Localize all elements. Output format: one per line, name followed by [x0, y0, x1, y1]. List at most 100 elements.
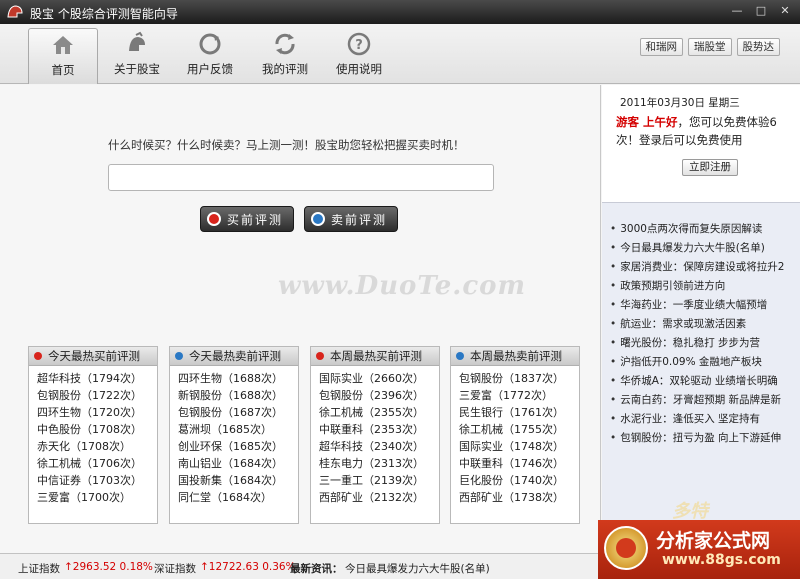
panel-today-buy: 今天最热买前评测 超华科技（1794次） 包钢股份（1722次） 四环生物（17… — [28, 346, 158, 524]
news-item[interactable]: 水泥行业：逢低买入 坚定持有 — [610, 410, 784, 429]
link-herui[interactable]: 和瑞网 — [639, 38, 683, 56]
list-item[interactable]: 国际实业（2660次） — [319, 370, 439, 387]
close-button[interactable]: ✕ — [774, 2, 796, 20]
list-item[interactable]: 西部矿业（2132次） — [319, 489, 439, 506]
search-icon — [311, 212, 325, 226]
news-item[interactable]: 云南白药：牙膏超预期 新品牌是新 — [610, 391, 784, 410]
nav-help[interactable]: ? 使用说明 — [324, 28, 394, 82]
sell-evaluate-label: 卖前评测 — [331, 212, 388, 227]
news-item[interactable]: 包钢股份：扭亏为盈 向上下游延伸 — [610, 429, 784, 448]
nav-help-label: 使用说明 — [336, 62, 382, 76]
minimize-button[interactable]: — — [726, 2, 748, 20]
maximize-button[interactable]: □ — [750, 2, 772, 20]
list-item[interactable]: 超华科技（1794次） — [37, 370, 157, 387]
list-item[interactable]: 国投新集（1684次） — [178, 472, 298, 489]
helmet-icon — [129, 31, 145, 51]
stock-search-input[interactable] — [108, 164, 494, 191]
list-item[interactable]: 三爱富（1700次） — [37, 489, 157, 506]
refresh-icon — [275, 33, 295, 55]
helmet-logo-icon — [7, 5, 23, 18]
panel-title: 今天最热卖前评测 — [189, 349, 281, 363]
news-item[interactable]: 3000点两次得而复失原因解读 — [610, 220, 784, 239]
link-ruigutang[interactable]: 瑞股堂 — [688, 38, 732, 56]
sh-index-label: 上证指数 — [18, 563, 60, 575]
link-gushida[interactable]: 股势达 — [736, 38, 780, 56]
news-item[interactable]: 沪指低开0.09% 金融地产板块 — [610, 353, 784, 372]
list-item[interactable]: 包钢股份（1722次） — [37, 387, 157, 404]
blue-dot-icon — [456, 352, 464, 360]
nav-home[interactable]: 首页 — [28, 28, 98, 84]
panel-title: 本周最热买前评测 — [330, 349, 422, 363]
list-item[interactable]: 西部矿业（1738次） — [459, 489, 579, 506]
current-date: 2011年03月30日 星期三 — [620, 97, 740, 109]
blue-dot-icon — [175, 352, 183, 360]
list-item[interactable]: 中联重科（2353次） — [319, 421, 439, 438]
watermark: www.DuoTe.com — [278, 271, 527, 301]
latest-news-text[interactable]: 今日最具爆发力六大牛股(名单) — [345, 561, 490, 576]
window-title: 股宝 个股综合评测智能向导 — [30, 7, 178, 21]
nav-about-label: 关于股宝 — [114, 62, 160, 76]
news-item[interactable]: 华海药业：一季度业绩大幅预增 — [610, 296, 784, 315]
red-dot-icon — [207, 212, 221, 226]
red-dot-icon — [34, 352, 42, 360]
guest-message: 游客 上午好，您可以免费体验6次！登录后可以免费使用 — [616, 113, 796, 149]
panel-title: 今天最热买前评测 — [48, 349, 140, 363]
list-item[interactable]: 南山铝业（1684次） — [178, 455, 298, 472]
sh-index-value: ↑2963.52 0.18% — [64, 561, 153, 573]
panel-week-buy: 本周最热买前评测 国际实业（2660次） 包钢股份（2396次） 徐工机械（23… — [310, 346, 440, 524]
list-item[interactable]: 中色股份（1708次） — [37, 421, 157, 438]
news-item[interactable]: 华侨城A：双轮驱动 业绩增长明确 — [610, 372, 784, 391]
list-item[interactable]: 四环生物（1688次） — [178, 370, 298, 387]
news-item[interactable]: 今日最具爆发力六大牛股(名单) — [610, 239, 784, 258]
ad-banner[interactable]: 分析家公式网 www.88gs.com — [598, 520, 800, 579]
news-list: 3000点两次得而复失原因解读 今日最具爆发力六大牛股(名单) 家居消费业：保障… — [610, 220, 784, 448]
list-item[interactable]: 三一重工（2139次） — [319, 472, 439, 489]
panel-today-sell: 今天最热卖前评测 四环生物（1688次） 新钢股份（1688次） 包钢股份（16… — [169, 346, 299, 524]
list-item[interactable]: 创业环保（1685次） — [178, 438, 298, 455]
list-item[interactable]: 四环生物（1720次） — [37, 404, 157, 421]
news-item[interactable]: 航运业：需求或现激活因素 — [610, 315, 784, 334]
red-dot-icon — [316, 352, 324, 360]
sidebar: 2011年03月30日 星期三 游客 上午好，您可以免费体验6次！登录后可以免费… — [602, 85, 800, 553]
news-item[interactable]: 曙光股份：稳扎稳打 步步为营 — [610, 334, 784, 353]
guest-greeting: 游客 上午好 — [616, 115, 678, 129]
list-item[interactable]: 新钢股份（1688次） — [178, 387, 298, 404]
nav-feedback-label: 用户反馈 — [187, 62, 233, 76]
sell-evaluate-button[interactable]: 卖前评测 — [304, 206, 399, 232]
news-item[interactable]: 政策预期引领前进方向 — [610, 277, 784, 296]
nav-about[interactable]: 关于股宝 — [102, 28, 172, 82]
list-item[interactable]: 包钢股份（1687次） — [178, 404, 298, 421]
list-item[interactable]: 国际实业（1748次） — [459, 438, 579, 455]
home-icon — [53, 36, 73, 54]
list-item[interactable]: 中联重科（1746次） — [459, 455, 579, 472]
list-item[interactable]: 葛洲坝（1685次） — [178, 421, 298, 438]
list-item[interactable]: 三爱富（1772次） — [459, 387, 579, 404]
sz-index-value: ↑12722.63 0.36% — [200, 561, 296, 573]
list-item[interactable]: 中信证券（1703次） — [37, 472, 157, 489]
list-item[interactable]: 民生银行（1761次） — [459, 404, 579, 421]
list-item[interactable]: 包钢股份（2396次） — [319, 387, 439, 404]
main-content: 什么时候买？什么时候卖？马上测一测！股宝助您轻松把握买卖时机！ 买前评测 卖前评… — [0, 85, 601, 553]
list-item[interactable]: 徐工机械（2355次） — [319, 404, 439, 421]
list-item[interactable]: 徐工机械（1706次） — [37, 455, 157, 472]
emblem-icon — [604, 526, 648, 570]
buy-evaluate-button[interactable]: 买前评测 — [200, 206, 295, 232]
register-button[interactable]: 立即注册 — [682, 159, 738, 176]
list-item[interactable]: 超华科技（2340次） — [319, 438, 439, 455]
list-item[interactable]: 桂东电力（2313次） — [319, 455, 439, 472]
list-item[interactable]: 赤天化（1708次） — [37, 438, 157, 455]
list-item[interactable]: 包钢股份（1837次） — [459, 370, 579, 387]
news-item[interactable]: 家居消费业：保障房建设或将拉升2 — [610, 258, 784, 277]
nav-feedback[interactable]: 用户反馈 — [175, 28, 245, 82]
help-icon: ? — [347, 32, 371, 56]
main-toolbar: 首页 关于股宝 用户反馈 我的评测 ? 使用说明 和瑞网 瑞股堂 股势达 — [0, 24, 800, 84]
nav-my-tests[interactable]: 我的评测 — [250, 28, 320, 82]
list-item[interactable]: 巨化股份（1740次） — [459, 472, 579, 489]
panel-week-sell: 本周最热卖前评测 包钢股份（1837次） 三爱富（1772次） 民生银行（176… — [450, 346, 580, 524]
list-item[interactable]: 同仁堂（1684次） — [178, 489, 298, 506]
ad-url: www.88gs.com — [662, 552, 781, 568]
list-item[interactable]: 徐工机械（1755次） — [459, 421, 579, 438]
ad-title: 分析家公式网 — [656, 530, 771, 552]
nav-my-tests-label: 我的评测 — [262, 62, 308, 76]
svg-text:?: ? — [355, 38, 363, 53]
